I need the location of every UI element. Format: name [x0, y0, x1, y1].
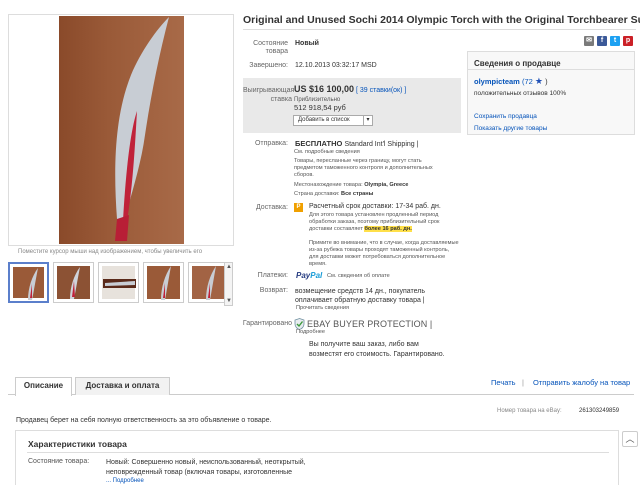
condition-more-link[interactable]: ... Подробнее [106, 478, 144, 484]
seller-heading: Сведения о продавце [474, 59, 561, 68]
zoom-hint: Поместите курсор мыши над изображением, … [18, 249, 203, 255]
buyer-protection-details-link[interactable]: Подробнее [296, 329, 325, 336]
location-label: Местонахождение товара: [294, 182, 363, 188]
thumbnail[interactable] [8, 262, 49, 303]
price-value: US $16 100,00 [294, 84, 355, 94]
shipping-details-link[interactable]: См. подробные сведения [294, 149, 360, 156]
item-specifics-divider [27, 452, 609, 453]
star-icon: ★ [534, 76, 543, 86]
thumbnail[interactable] [188, 262, 229, 303]
scroll-to-top-button[interactable]: ︿ [622, 431, 638, 447]
thumbnail-strip [8, 259, 234, 308]
delivery-estimate: Расчетный срок доставки: 17-34 раб. дн. [309, 203, 441, 210]
guarantee-label: Гарантировано [242, 320, 292, 327]
print-link[interactable]: Печать [491, 378, 516, 387]
email-share-icon[interactable]: ✉ [584, 36, 594, 46]
buyer-protection-title: EBAY BUYER PROTECTION [307, 319, 428, 329]
payments-label: Платежи: [257, 272, 288, 279]
bids-link[interactable]: [ 39 ставки(ок) ] [356, 87, 406, 94]
thumbnail-scrollbar[interactable]: ▲ ▼ [224, 262, 233, 306]
location-value: Olympia, Greece [364, 182, 409, 188]
ended-value: 12.10.2013 03:32:17 MSD [295, 62, 377, 69]
delivery-highlight: более 16 раб. дн. [364, 226, 412, 232]
condition-value: Новый [295, 40, 319, 47]
price-line: US $16 100,00 [ 39 ставки(ок) ] [294, 84, 406, 94]
shipping-line: БЕСПЛАТНО Standard Int'l Shipping | [295, 139, 418, 148]
customs-note: Товары, пересланные через границу, могут… [294, 158, 433, 178]
item-number-label: Номер товара на eBay: [497, 408, 562, 414]
returns-details-link[interactable]: Прочитать сведения [296, 305, 349, 312]
tab-description[interactable]: Описание [15, 377, 72, 396]
ended-label: Завершено: [249, 62, 288, 69]
delivery-note: Для этого товара установлен продленный п… [309, 212, 459, 233]
delivery-label: Доставка: [255, 204, 288, 211]
specifics-condition-text: Новый: Совершенно новый, неиспользованны… [106, 459, 306, 476]
buyer-protection-separator: | [429, 319, 433, 329]
ships-to: Страна доставки: Все страны [294, 191, 373, 197]
thumbnail[interactable] [143, 262, 184, 303]
returns-text: возмещение средств 14 дн., покупатель оп… [295, 288, 426, 304]
chevron-down-icon[interactable]: ▾ [363, 116, 372, 125]
chevron-up-icon: ︿ [625, 434, 635, 444]
save-seller-link[interactable]: Сохранить продавца [474, 113, 537, 120]
shipping-method: Standard Int'l Shipping | [344, 141, 419, 148]
seller-responsibility-note: Продавец берет на себя полную ответствен… [16, 417, 272, 424]
facebook-share-icon[interactable]: f [597, 36, 607, 46]
twitter-share-icon[interactable]: t [610, 36, 620, 46]
report-item-link[interactable]: Отправить жалобу на товар [533, 378, 630, 387]
approx-value: 512 918,54 руб [294, 103, 346, 112]
thumbnail[interactable] [53, 262, 94, 303]
add-to-watchlist-button[interactable]: Добавить в список ▾ [293, 115, 373, 126]
buyer-protection-program: EBAY BUYER PROTECTION | [307, 319, 432, 329]
price-label: Выигрывающая ставка [243, 87, 295, 103]
item-specifics-title: Характеристики товара [28, 439, 127, 449]
feedback-score-link[interactable]: (72 [522, 77, 533, 86]
paypal-logo: PayPal [296, 271, 323, 280]
delivery-info-icon: P [294, 203, 303, 212]
torch-image [115, 17, 169, 241]
seller-panel: Сведения о продавце olympicteam (72 ★ ) … [467, 51, 635, 135]
delivery-customs-note: Примите во внимание, что в случае, когда… [309, 240, 459, 267]
ships-to-value: Все страны [341, 191, 374, 197]
specifics-condition-label: Состояние товара: [28, 458, 90, 465]
ships-to-label: Страна доставки: [294, 191, 340, 197]
feedback-close: ) [545, 77, 548, 86]
shipping-label: Отправка: [254, 140, 288, 147]
item-number-value: 261303249859 [579, 408, 620, 414]
payment-details-link[interactable]: См. сведения об оплате [327, 273, 390, 280]
scroll-down-icon[interactable]: ▼ [226, 298, 232, 304]
thumbnail[interactable] [98, 262, 139, 303]
tab-shipping-payment[interactable]: Доставка и оплата [75, 377, 170, 395]
pinterest-share-icon[interactable]: p [623, 36, 633, 46]
seller-name-line: olympicteam (72 ★ ) [474, 76, 548, 87]
shipping-free: БЕСПЛАТНО [295, 139, 343, 148]
main-product-image[interactable] [8, 14, 234, 246]
item-title: Original and Unused Sochi 2014 Olympic T… [243, 14, 640, 26]
scroll-up-icon[interactable]: ▲ [226, 264, 232, 270]
title-divider [243, 29, 636, 30]
action-separator: | [522, 378, 524, 387]
watch-button-label: Добавить в список [298, 117, 350, 123]
condition-label: Состояние товара [253, 40, 288, 55]
returns-label: Возврат: [259, 287, 288, 294]
seller-name-link[interactable]: olympicteam [474, 77, 520, 86]
seller-divider [468, 69, 634, 70]
other-items-link[interactable]: Показать другие товары [474, 125, 547, 132]
positive-feedback: положительных отзывов 100% [474, 90, 567, 97]
item-location: Местонахождение товара: Olympia, Greece [294, 182, 408, 188]
guarantee-text: Вы получите ваш заказ, либо вам возместя… [309, 341, 445, 358]
